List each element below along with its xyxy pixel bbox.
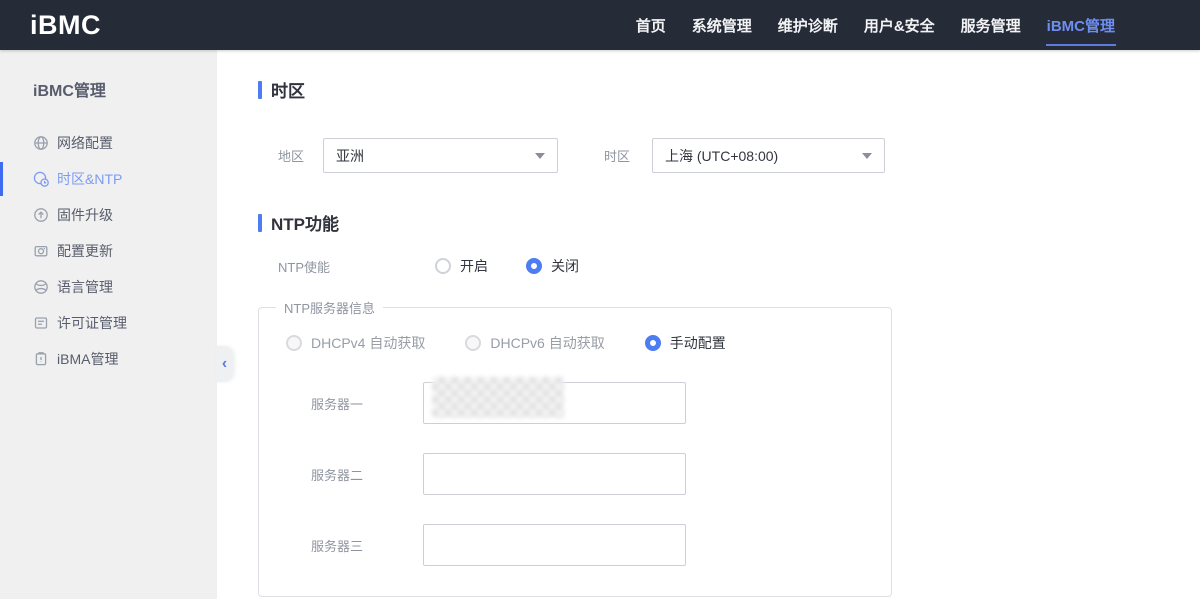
app-logo[interactable]: iBMC — [30, 10, 101, 41]
config-update-icon — [33, 243, 49, 259]
main-content: 时区 地区 亚洲 时区 上海 (UTC+08:00) NTP功能 NTP使能 开… — [217, 50, 1200, 599]
sidebar-item-firmware-upgrade[interactable]: 固件升级 — [0, 197, 217, 233]
radio-unchecked-icon — [435, 258, 451, 274]
sidebar-menu: 网络配置 时区&NTP 固件升级 配置更新 — [0, 125, 217, 377]
sidebar-item-license-management[interactable]: 许可证管理 — [0, 305, 217, 341]
sidebar-item-label: 配置更新 — [57, 241, 113, 261]
section-title-text: 时区 — [271, 77, 305, 102]
sidebar-title: iBMC管理 — [33, 77, 217, 97]
dhcpv6-auto-radio: DHCPv6 自动获取 — [465, 333, 604, 353]
chevron-down-icon — [862, 153, 872, 159]
radio-label: DHCPv4 自动获取 — [311, 333, 425, 353]
timezone-ntp-icon — [33, 171, 49, 187]
radio-label: DHCPv6 自动获取 — [490, 333, 604, 353]
firmware-upgrade-icon — [33, 207, 49, 223]
radio-disabled-icon — [465, 335, 481, 351]
ntp-enable-off-radio[interactable]: 关闭 — [526, 256, 579, 276]
ntp-server-info-group: NTP服务器信息 DHCPv4 自动获取 DHCPv6 自动获取 手动配置 服务… — [258, 298, 892, 597]
radio-label: 手动配置 — [670, 333, 726, 353]
nav-maintenance-diagnostics[interactable]: 维护诊断 — [765, 0, 851, 50]
server-three-label: 服务器三 — [311, 536, 423, 555]
server-three-row: 服务器三 — [259, 524, 891, 566]
server-one-label: 服务器一 — [311, 394, 423, 413]
radio-checked-icon — [526, 258, 542, 274]
server-one-row: 服务器一 — [259, 382, 891, 424]
nav-service-management[interactable]: 服务管理 — [948, 0, 1034, 50]
chevron-left-icon: ‹ — [222, 355, 227, 373]
dhcpv4-auto-radio: DHCPv4 自动获取 — [286, 333, 425, 353]
timezone-form-row: 地区 亚洲 时区 上海 (UTC+08:00) — [278, 138, 1200, 173]
ntp-enable-row: NTP使能 开启 关闭 — [278, 256, 1200, 276]
language-icon — [33, 279, 49, 295]
radio-checked-icon — [645, 335, 661, 351]
sidebar-collapse-button[interactable]: ‹ — [216, 346, 233, 382]
server-one-input[interactable] — [423, 382, 686, 424]
chevron-down-icon — [535, 153, 545, 159]
server-two-row: 服务器二 — [259, 453, 891, 495]
sidebar-item-config-update[interactable]: 配置更新 — [0, 233, 217, 269]
sidebar-item-label: 时区&NTP — [57, 169, 122, 189]
top-header: iBMC 首页 系统管理 维护诊断 用户&安全 服务管理 iBMC管理 — [0, 0, 1200, 50]
nav-home[interactable]: 首页 — [623, 0, 679, 50]
region-select-value: 亚洲 — [336, 146, 364, 166]
sidebar-item-ibma-management[interactable]: iBMA管理 — [0, 341, 217, 377]
radio-label: 关闭 — [551, 256, 579, 276]
region-select[interactable]: 亚洲 — [323, 138, 558, 173]
sidebar-item-language-management[interactable]: 语言管理 — [0, 269, 217, 305]
ntp-mode-row: DHCPv4 自动获取 DHCPv6 自动获取 手动配置 — [286, 333, 891, 353]
license-icon — [33, 315, 49, 331]
server-three-input[interactable] — [423, 524, 686, 566]
radio-disabled-icon — [286, 335, 302, 351]
top-navigation: 首页 系统管理 维护诊断 用户&安全 服务管理 iBMC管理 — [623, 0, 1128, 50]
sidebar: iBMC管理 网络配置 时区&NTP 固件升级 — [0, 50, 217, 599]
timezone-select[interactable]: 上海 (UTC+08:00) — [652, 138, 885, 173]
sidebar-item-label: 语言管理 — [57, 277, 113, 297]
server-two-label: 服务器二 — [311, 465, 423, 484]
sidebar-item-label: iBMA管理 — [57, 349, 118, 369]
sidebar-item-timezone-ntp[interactable]: 时区&NTP — [0, 161, 217, 197]
sidebar-item-label: 网络配置 — [57, 133, 113, 153]
network-icon — [33, 135, 49, 151]
ibma-icon — [33, 351, 49, 367]
section-title-text: NTP功能 — [271, 210, 339, 235]
ntp-enable-on-radio[interactable]: 开启 — [435, 256, 488, 276]
radio-label: 开启 — [460, 256, 488, 276]
nav-ibmc-management[interactable]: iBMC管理 — [1034, 0, 1128, 50]
server-two-input[interactable] — [423, 453, 686, 495]
region-label: 地区 — [278, 146, 323, 165]
manual-config-radio[interactable]: 手动配置 — [645, 333, 726, 353]
timezone-section-title: 时区 — [258, 80, 1200, 99]
ntp-section-title: NTP功能 — [258, 213, 1200, 232]
timezone-select-value: 上海 (UTC+08:00) — [665, 146, 778, 166]
sidebar-item-label: 许可证管理 — [57, 313, 127, 333]
ntp-server-info-legend: NTP服务器信息 — [276, 298, 383, 317]
sidebar-item-network-config[interactable]: 网络配置 — [0, 125, 217, 161]
timezone-label: 时区 — [604, 146, 652, 165]
nav-user-security[interactable]: 用户&安全 — [851, 0, 948, 50]
sidebar-item-label: 固件升级 — [57, 205, 113, 225]
ntp-enable-label: NTP使能 — [278, 257, 435, 276]
nav-system-management[interactable]: 系统管理 — [679, 0, 765, 50]
